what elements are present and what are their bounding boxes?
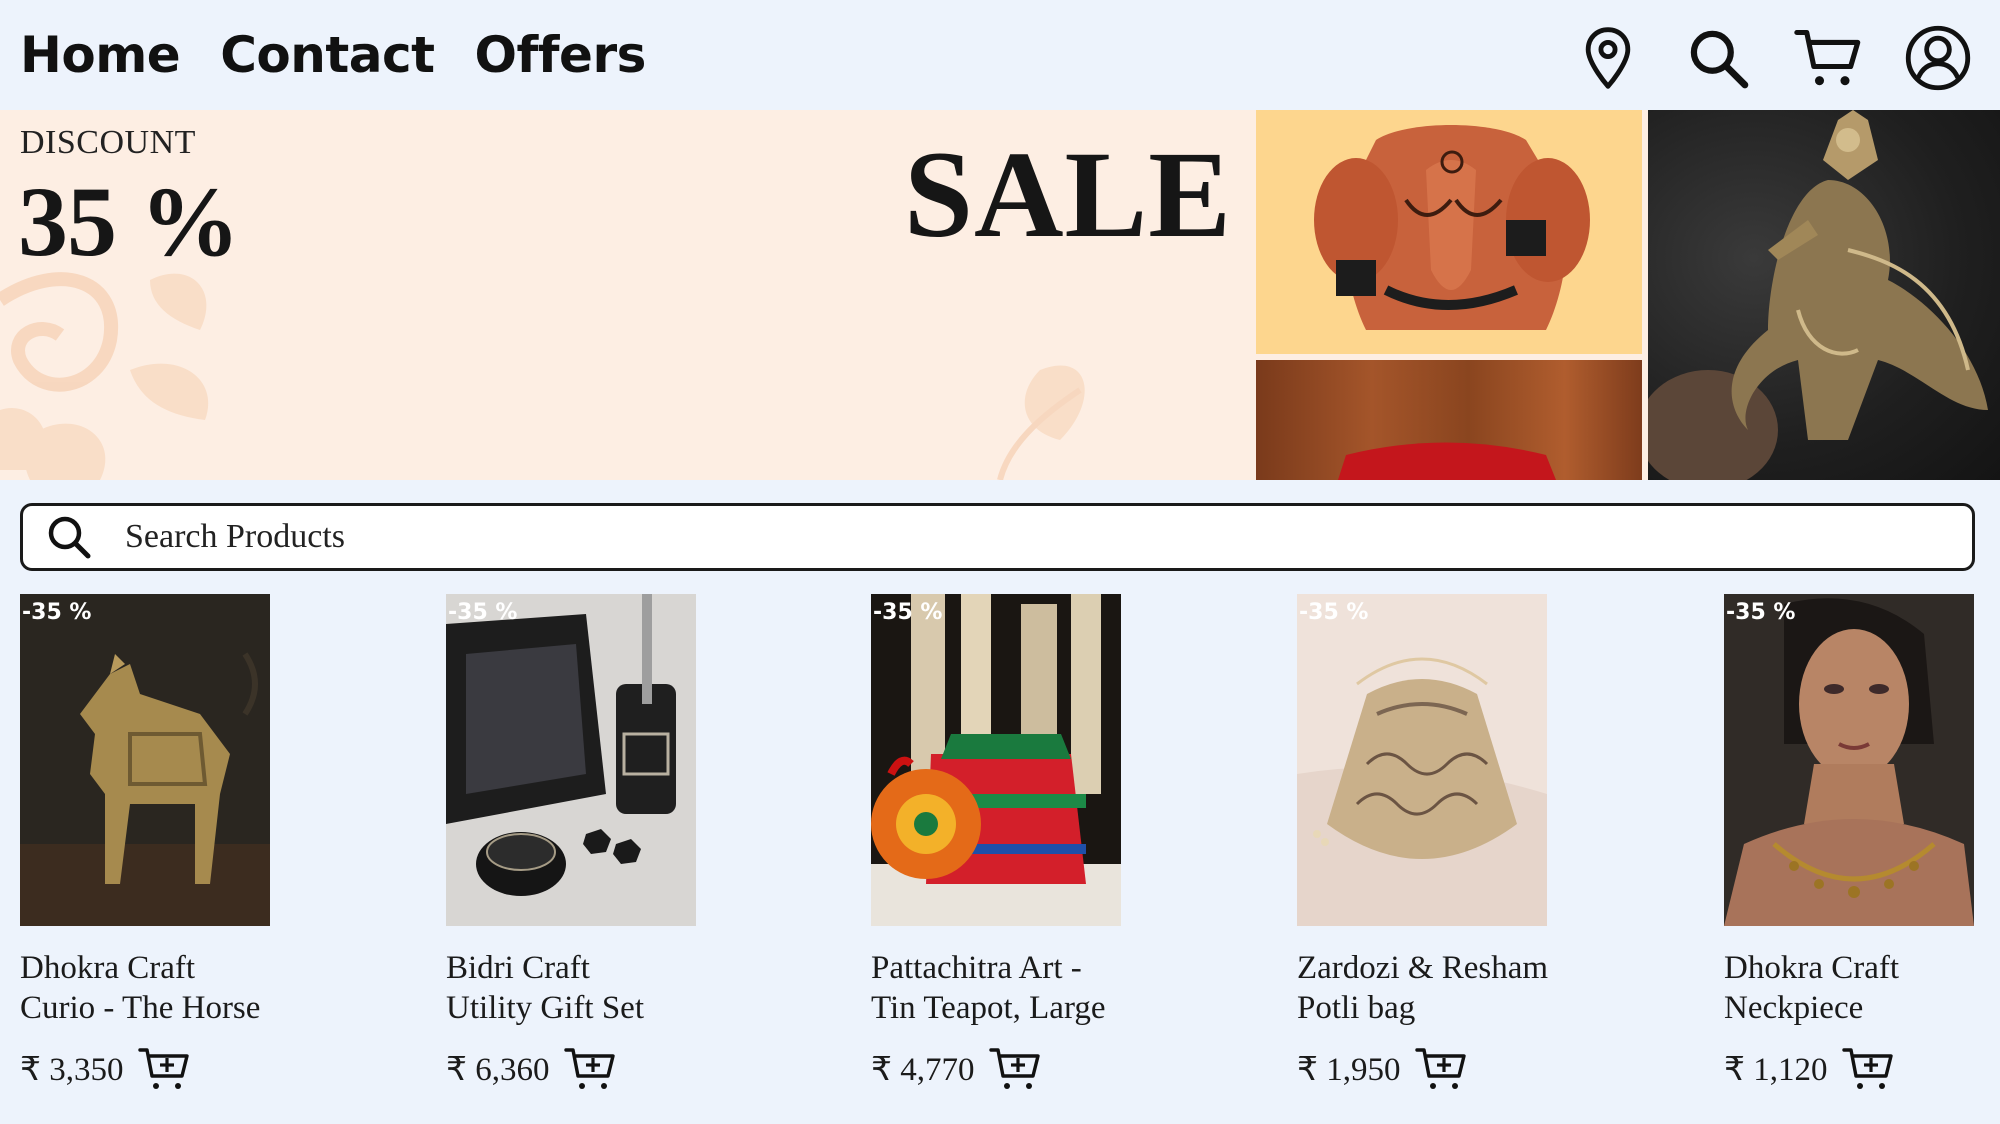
product-price: ₹ 1,950 <box>1297 1052 1401 1088</box>
price-row: ₹ 1,950 <box>1297 1046 1467 1092</box>
price-row: ₹ 1,120 <box>1724 1046 1894 1092</box>
product-image[interactable]: -35 % <box>1297 594 1547 926</box>
add-to-cart-icon[interactable] <box>137 1046 190 1092</box>
top-navigation: Home Contact Offers <box>0 0 2000 110</box>
search-bar[interactable] <box>20 503 1975 571</box>
add-to-cart-icon[interactable] <box>563 1046 616 1092</box>
nav-links: Home Contact Offers <box>20 22 646 88</box>
nav-link-home[interactable]: Home <box>20 22 181 88</box>
product-card-bidri-gift-set[interactable]: -35 % Bidri Craft Utility Gift Set ₹ 6,3… <box>446 594 746 1114</box>
product-card-dhokra-neckpiece[interactable]: -35 % Dhokra Craft Neckpiece ₹ 1,120 <box>1724 594 2000 1114</box>
product-price: ₹ 4,770 <box>871 1052 975 1088</box>
promo-image-brass-statue <box>1648 110 2000 480</box>
add-to-cart-icon[interactable] <box>1414 1046 1467 1092</box>
product-card-zardozi-potli[interactable]: -35 % Zardozi & Resham Potli bag ₹ 1,950 <box>1297 594 1597 1114</box>
discount-badge: -35 % <box>448 600 518 625</box>
sale-banner[interactable]: DISCOUNT 35 % SALE <box>0 110 2000 480</box>
search-icon[interactable] <box>1682 22 1754 94</box>
product-image[interactable]: -35 % <box>1724 594 1974 926</box>
product-name[interactable]: Dhokra Craft Curio - The Horse <box>20 948 330 1028</box>
nav-link-offers[interactable]: Offers <box>475 22 647 88</box>
price-row: ₹ 6,360 <box>446 1046 616 1092</box>
nav-icons <box>1572 22 1974 94</box>
product-name[interactable]: Zardozi & Resham Potli bag <box>1297 948 1607 1028</box>
add-to-cart-icon[interactable] <box>1841 1046 1894 1092</box>
price-row: ₹ 3,350 <box>20 1046 190 1092</box>
product-card-dhokra-horse[interactable]: -35 % Dhokra Craft Curio - The Horse ₹ 3… <box>20 594 320 1114</box>
product-image[interactable]: -35 % <box>446 594 696 926</box>
nav-link-contact[interactable]: Contact <box>220 22 435 88</box>
discount-badge: -35 % <box>873 600 943 625</box>
product-price: ₹ 3,350 <box>20 1052 124 1088</box>
discount-value: 35 % <box>18 166 240 277</box>
product-price: ₹ 6,360 <box>446 1052 550 1088</box>
product-name[interactable]: Bidri Craft Utility Gift Set <box>446 948 756 1028</box>
price-row: ₹ 4,770 <box>871 1046 1041 1092</box>
product-image[interactable]: -35 % <box>20 594 270 926</box>
promo-image-ganesha <box>1256 110 1642 354</box>
discount-badge: -35 % <box>22 600 92 625</box>
product-price: ₹ 1,120 <box>1724 1052 1828 1088</box>
discount-label: DISCOUNT <box>20 124 196 161</box>
discount-badge: -35 % <box>1726 600 1796 625</box>
search-icon[interactable] <box>45 509 101 565</box>
cart-icon[interactable] <box>1792 22 1864 94</box>
product-name[interactable]: Pattachitra Art - Tin Teapot, Large <box>871 948 1181 1028</box>
sale-heading: SALE <box>904 126 1232 263</box>
promo-image-wood-panel <box>1256 360 1642 480</box>
product-image[interactable]: -35 % <box>871 594 1121 926</box>
product-card-pattachitra-teapot[interactable]: -35 % Pattachitra Art - Tin Teapot, Larg… <box>871 594 1171 1114</box>
location-pin-icon[interactable] <box>1572 22 1644 94</box>
search-input[interactable] <box>125 507 1925 567</box>
discount-badge: -35 % <box>1299 600 1369 625</box>
product-name[interactable]: Dhokra Craft Neckpiece <box>1724 948 2000 1028</box>
user-account-icon[interactable] <box>1902 22 1974 94</box>
add-to-cart-icon[interactable] <box>988 1046 1041 1092</box>
product-grid: -35 % Dhokra Craft Curio - The Horse ₹ 3… <box>0 594 2000 1124</box>
